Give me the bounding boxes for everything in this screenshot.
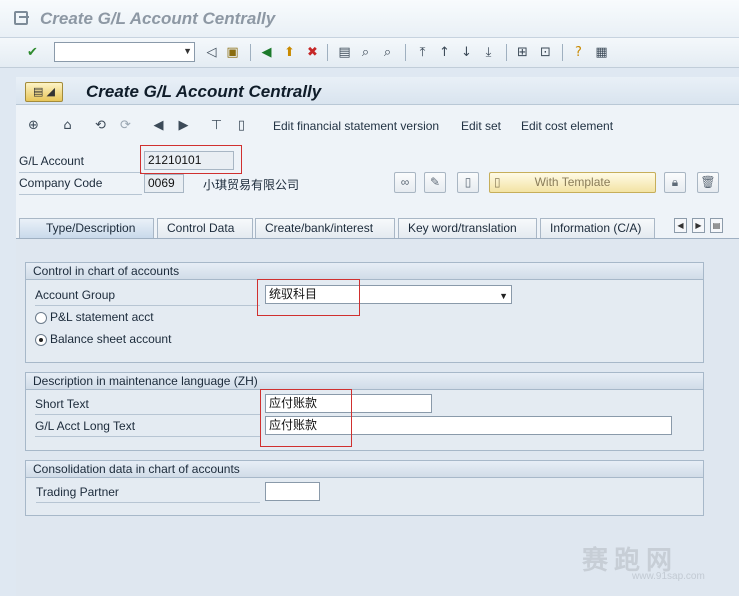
command-field[interactable]: ▼ <box>54 42 195 62</box>
standard-toolbar: ✔ ▼ ◁ ▣ ◀ ⬆ ✖ ▤ ⌕ ⌕ ⤒ ↑ ↓ ⤓ ⊞ ⊡ ? ▦ <box>0 38 739 68</box>
window-title: Create G/L Account Centrally <box>40 9 276 28</box>
short-text-label: Short Text <box>35 397 89 411</box>
application-toolbar: ⊕ ⌂ ⟲ ⟳ ◀ ▶ ⊤ ▯ Edit financial statement… <box>16 112 739 138</box>
trash-icon: 🗑︎ <box>700 175 716 189</box>
tab-information-ca[interactable]: Information (C/A) <box>540 218 655 238</box>
screen-header: ▤ ◢ Create G/L Account Centrally <box>16 77 739 105</box>
document-icon[interactable]: ▯ <box>233 117 250 134</box>
trading-partner-label: Trading Partner <box>36 485 119 499</box>
chevron-down-icon[interactable]: ▼ <box>183 46 192 56</box>
with-template-button[interactable]: ▯ With Template <box>489 172 656 193</box>
hierarchy-icon[interactable]: ⌂ <box>59 117 76 134</box>
edit-cost-element-button[interactable]: Edit cost element <box>521 119 613 133</box>
tab-scroll-left-icon[interactable]: ◀ <box>674 218 687 233</box>
screen-title: Create G/L Account Centrally <box>86 82 322 101</box>
glasses-icon: ∞ <box>400 175 410 189</box>
highlight-box <box>140 145 242 174</box>
new-document-icon: ▯ <box>464 175 472 189</box>
company-code-label: Company Code <box>19 176 103 190</box>
shortcut-icon[interactable]: ⊡ <box>537 44 554 61</box>
tab-create-bank-interest[interactable]: Create/bank/interest <box>255 218 395 238</box>
gl-account-label: G/L Account <box>19 154 84 168</box>
tab-key-word-translation[interactable]: Key word/translation <box>398 218 537 238</box>
next-page-icon[interactable]: ↓ <box>458 44 475 61</box>
company-name: 小琪贸易有限公司 <box>203 178 300 192</box>
next-icon[interactable]: ▶ <box>175 117 192 134</box>
edit-set-button[interactable]: Edit set <box>461 119 501 133</box>
group-consolidation: Consolidation data in chart of accounts … <box>25 460 704 516</box>
with-template-label: With Template <box>534 175 611 189</box>
label-underline <box>35 414 260 415</box>
highlight-box <box>257 279 360 316</box>
display-change-icon[interactable]: ⊕ <box>25 117 42 134</box>
enter-icon[interactable]: ✔ <box>24 44 41 61</box>
separator <box>562 44 563 61</box>
trading-partner-input[interactable] <box>265 482 320 501</box>
lock-button[interactable]: 🔒︎ <box>664 172 686 193</box>
find-next-icon[interactable]: ⌕ <box>379 44 396 61</box>
account-group-label: Account Group <box>35 288 116 302</box>
balance-sheet-radio[interactable] <box>35 334 47 346</box>
lock-icon: 🔒︎ <box>671 175 679 189</box>
pencil-icon: ✎ <box>429 175 441 189</box>
separator <box>506 44 507 61</box>
first-page-icon[interactable]: ⤒ <box>414 44 431 61</box>
glasses-button[interactable]: ∞ <box>394 172 416 193</box>
save-icon[interactable]: ▣ <box>224 44 241 61</box>
previous-page-icon[interactable]: ↑ <box>436 44 453 61</box>
tab-scroll-right-icon[interactable]: ▶ <box>692 218 705 233</box>
edit-button[interactable]: ✎ <box>424 172 446 193</box>
group-control-chart-of-accounts: Control in chart of accounts Account Gro… <box>25 262 704 363</box>
label-underline <box>35 305 260 306</box>
cancel-icon[interactable]: ✖ <box>304 44 321 61</box>
group-title: Control in chart of accounts <box>26 263 703 280</box>
create-button[interactable]: ▯ <box>457 172 479 193</box>
chevron-down-icon[interactable]: ▼ <box>499 288 508 305</box>
undo-icon[interactable]: ⟲ <box>92 117 109 134</box>
window-menu-icon[interactable] <box>14 11 29 25</box>
delete-button[interactable]: 🗑︎ <box>697 172 719 193</box>
new-session-icon[interactable]: ⊞ <box>514 44 531 61</box>
find-icon[interactable]: ⌕ <box>357 44 374 61</box>
pl-statement-radio[interactable] <box>35 312 47 324</box>
redo-icon[interactable]: ⟳ <box>117 117 134 134</box>
group-description-maintenance: Description in maintenance language (ZH)… <box>25 372 704 451</box>
tab-type-description[interactable]: Type/Description <box>19 218 154 239</box>
window-titlebar: Create G/L Account Centrally <box>0 0 739 38</box>
template-icon: ▯ <box>494 175 501 189</box>
help-icon[interactable]: ? <box>570 44 587 61</box>
previous-icon[interactable]: ◀ <box>150 117 167 134</box>
back-arrow-icon[interactable]: ◁ <box>203 44 220 61</box>
highlight-box <box>260 389 352 447</box>
print-icon[interactable]: ▤ <box>336 44 353 61</box>
edit-fs-version-button[interactable]: Edit financial statement version <box>273 119 439 133</box>
exit-icon[interactable]: ⬆ <box>281 44 298 61</box>
last-page-icon[interactable]: ⤓ <box>480 44 497 61</box>
screen-menu-button[interactable]: ▤ ◢ <box>25 82 63 102</box>
separator <box>405 44 406 61</box>
company-code-field[interactable]: 0069 <box>144 174 184 193</box>
group-title: Description in maintenance language (ZH) <box>26 373 703 390</box>
group-title: Consolidation data in chart of accounts <box>26 461 703 478</box>
separator <box>327 44 328 61</box>
main-panel: ▤ ◢ Create G/L Account Centrally ⊕ ⌂ ⟲ ⟳… <box>16 77 739 596</box>
label-underline <box>36 502 260 503</box>
where-used-icon[interactable]: ⊤ <box>208 117 225 134</box>
label-underline <box>19 194 142 195</box>
separator <box>250 44 251 61</box>
toolbar-gap <box>0 69 739 77</box>
tab-control-data[interactable]: Control Data <box>157 218 253 238</box>
watermark-url: www.91sap.com <box>632 571 705 582</box>
tab-list-icon[interactable]: ▤ <box>710 218 723 233</box>
long-text-label: G/L Acct Long Text <box>35 419 136 433</box>
label-underline <box>19 172 142 173</box>
back-icon[interactable]: ◀ <box>258 44 275 61</box>
layout-menu-icon[interactable]: ▦ <box>593 44 610 61</box>
pl-statement-label: P&L statement acct <box>50 310 154 324</box>
balance-sheet-label: Balance sheet account <box>50 332 172 346</box>
label-underline <box>35 436 260 437</box>
